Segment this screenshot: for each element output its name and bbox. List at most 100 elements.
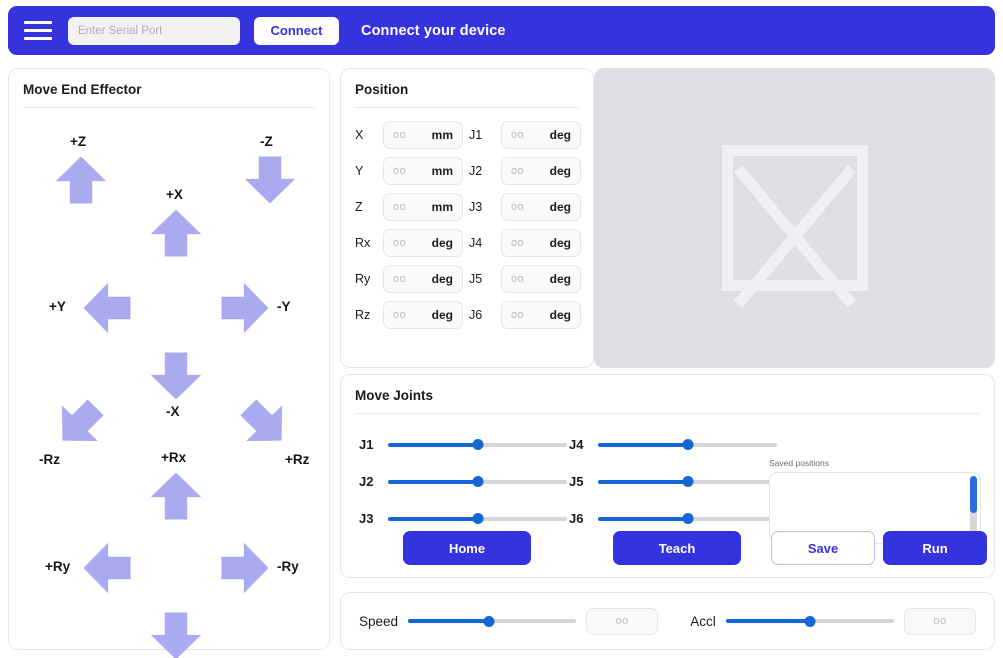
accl-value-field[interactable]: oo [904,608,976,635]
jog-minus-x-label: -X [166,404,180,419]
jog-minus-z-label: -Z [260,134,273,149]
slider-thumb[interactable] [682,513,693,524]
accl-label: Accl [690,614,716,629]
position-field-rx[interactable]: oo deg [383,229,463,257]
jog-minus-y-label: -Y [277,299,291,314]
position-field-j5[interactable]: oo deg [501,265,581,293]
jog-minus-z[interactable]: -Z [242,152,298,208]
field-label-j2: J2 [469,164,495,178]
jog-plus-rx[interactable]: +Rx [148,468,204,524]
speed-label: Speed [359,614,398,629]
position-field-j3[interactable]: oo deg [501,193,581,221]
position-field-j2[interactable]: oo deg [501,157,581,185]
joint-slider-j5[interactable] [598,475,777,489]
slider-fill [598,517,688,521]
arrow-down-left-icon [51,396,107,452]
jog-plus-rz-label: +Rz [285,452,309,467]
jog-minus-rz[interactable]: -Rz [51,396,107,452]
home-button[interactable]: Home [403,531,531,565]
speed-slider[interactable] [408,614,576,628]
position-field-j6[interactable]: oo deg [501,301,581,329]
position-field-j4[interactable]: oo deg [501,229,581,257]
position-field-y-unit: mm [432,164,453,178]
jog-plus-z-label: +Z [70,134,86,149]
position-field-j3-unit: deg [550,200,571,214]
joint-slider-j1[interactable] [388,438,567,452]
position-field-rz-unit: deg [432,308,453,322]
joint-name-j4: J4 [569,437,587,452]
joint-slider-j4[interactable] [598,438,777,452]
jog-minus-ry-label: -Ry [277,559,299,574]
field-label-j3: J3 [469,200,495,214]
slider-thumb[interactable] [804,616,815,627]
joint-slider-j3[interactable] [388,512,567,526]
accl-slider[interactable] [726,614,894,628]
field-label-x: X [355,128,377,142]
joint-slider-j6[interactable] [598,512,777,526]
joint-action-buttons: Home Teach Save Run [341,531,994,565]
position-field-j1[interactable]: oo deg [501,121,581,149]
move-end-effector-title: Move End Effector [9,69,329,107]
speed-value-field[interactable]: oo [586,608,658,635]
jog-plus-rz[interactable]: +Rz [237,396,293,452]
jog-plus-y[interactable]: +Y [79,280,135,336]
connection-status-text: Connect your device [361,23,506,39]
slider-thumb[interactable] [483,616,494,627]
arrow-right-icon [217,280,273,336]
position-field-j6-unit: deg [550,308,571,322]
slider-thumb[interactable] [682,439,693,450]
position-field-y[interactable]: oo mm [383,157,463,185]
robot-viewer-panel [594,68,995,368]
jog-plus-z[interactable]: +Z [53,152,109,208]
arrow-down-icon [242,152,298,208]
broken-image-icon [722,145,868,291]
joint-slider-column-right: J4 J5 J6 [569,426,777,537]
slider-fill [598,443,688,447]
position-field-z-value: oo [393,201,406,213]
scrollbar-thumb[interactable] [970,476,977,513]
slider-fill [408,619,489,623]
jog-minus-y[interactable]: -Y [217,280,273,336]
joint-name-j1: J1 [359,437,377,452]
jog-plus-ry[interactable]: +Ry [79,540,135,596]
position-field-rz[interactable]: oo deg [383,301,463,329]
serial-port-input[interactable] [68,17,240,45]
teach-button[interactable]: Teach [613,531,741,565]
joint-slider-row: J5 [569,463,777,500]
field-label-ry: Ry [355,272,377,286]
position-field-z-unit: mm [432,200,453,214]
position-field-j6-value: oo [511,309,524,321]
position-field-y-value: oo [393,165,406,177]
field-label-j5: J5 [469,272,495,286]
position-field-ry-unit: deg [432,272,453,286]
slider-thumb[interactable] [472,476,483,487]
slider-thumb[interactable] [472,513,483,524]
position-field-x[interactable]: oo mm [383,121,463,149]
slider-thumb[interactable] [682,476,693,487]
position-fields-grid: X oo mm J1 oo deg Y oo mm J2 oo deg Z o [341,108,593,329]
connect-button[interactable]: Connect [254,17,339,45]
app-header: Connect Connect your device [8,6,995,55]
jog-minus-ry[interactable]: -Ry [217,540,273,596]
field-label-y: Y [355,164,377,178]
hamburger-menu-icon[interactable] [24,18,54,44]
slider-thumb[interactable] [472,439,483,450]
save-button[interactable]: Save [771,531,875,565]
joint-name-j3: J3 [359,511,377,526]
position-title: Position [341,69,593,107]
position-field-ry-value: oo [393,273,406,285]
position-field-rx-value: oo [393,237,406,249]
joint-slider-j2[interactable] [388,475,567,489]
jog-minus-rx[interactable]: -Rx [148,608,204,658]
position-field-j4-unit: deg [550,236,571,250]
jog-minus-x[interactable]: -X [148,348,204,404]
position-field-ry[interactable]: oo deg [383,265,463,293]
position-field-j5-value: oo [511,273,524,285]
joint-name-j6: J6 [569,511,587,526]
jog-plus-x[interactable]: +X [148,205,204,261]
position-field-z[interactable]: oo mm [383,193,463,221]
joint-slider-row: J4 [569,426,777,463]
field-label-j6: J6 [469,308,495,322]
run-button[interactable]: Run [883,531,987,565]
position-field-x-value: oo [393,129,406,141]
